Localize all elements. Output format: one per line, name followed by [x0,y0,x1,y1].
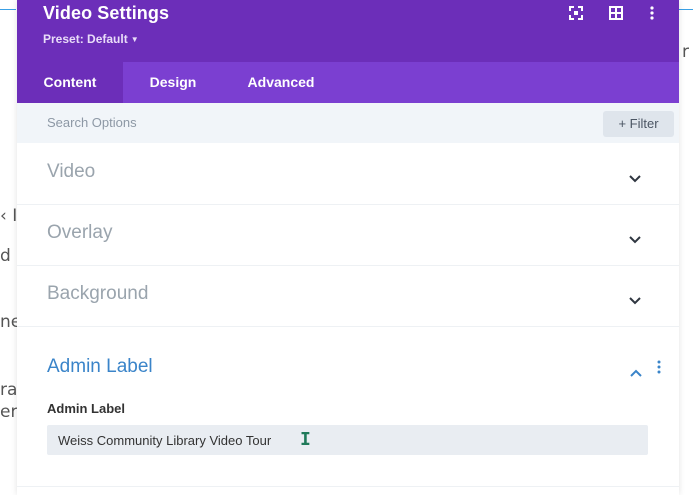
background-text-fragment: d [0,246,11,266]
chevron-up-icon[interactable] [630,364,642,382]
modal-header: Video Settings Preset: Default ▼ [17,0,679,62]
chevron-down-icon [629,292,641,310]
split-view-icon[interactable] [609,6,625,22]
filter-button[interactable]: + Filter [603,111,674,137]
more-vertical-icon[interactable] [657,360,661,379]
fullscreen-icon[interactable] [569,6,585,22]
search-bar: + Filter [17,103,679,143]
background-divider [0,9,16,10]
admin-label-input[interactable]: Weiss Community Library Video Tour I [47,425,648,455]
video-settings-modal: Video Settings Preset: Default ▼ Content… [17,0,679,495]
tab-advanced[interactable]: Advanced [239,62,323,103]
background-text-fragment: er [0,402,18,422]
preset-label: Preset: Default [43,32,128,46]
tab-design[interactable]: Design [135,62,211,103]
toggle-title: Background [47,283,149,304]
toggle-title: Video [47,161,96,182]
admin-label-title[interactable]: Admin Label [47,356,153,378]
toggle-video[interactable]: Video [17,143,679,205]
caret-down-icon: ▼ [130,35,139,44]
toggle-overlay[interactable]: Overlay [17,204,679,266]
toggle-background[interactable]: Background [17,265,679,327]
admin-label-input-value: Weiss Community Library Video Tour [58,433,272,448]
search-input[interactable] [47,115,447,130]
background-text-fragment: ‹ I [0,206,18,226]
text-cursor-icon: I [300,429,311,450]
toggle-admin-label: Admin Label Admin Label Weiss Community … [17,326,679,487]
toggle-title: Overlay [47,222,113,243]
chevron-down-icon [629,170,641,188]
modal-title: Video Settings [43,3,170,23]
background-divider-right [677,9,693,10]
more-vertical-icon[interactable] [645,6,661,22]
tab-bar: Content Design Advanced [17,62,679,103]
tab-content[interactable]: Content [17,62,123,103]
admin-label-field-label: Admin Label [47,401,126,416]
preset-dropdown[interactable]: Preset: Default ▼ [43,32,139,46]
background-text-fragment: ra [0,380,18,400]
chevron-down-icon [629,231,641,249]
background-text-fragment: r [682,42,689,62]
